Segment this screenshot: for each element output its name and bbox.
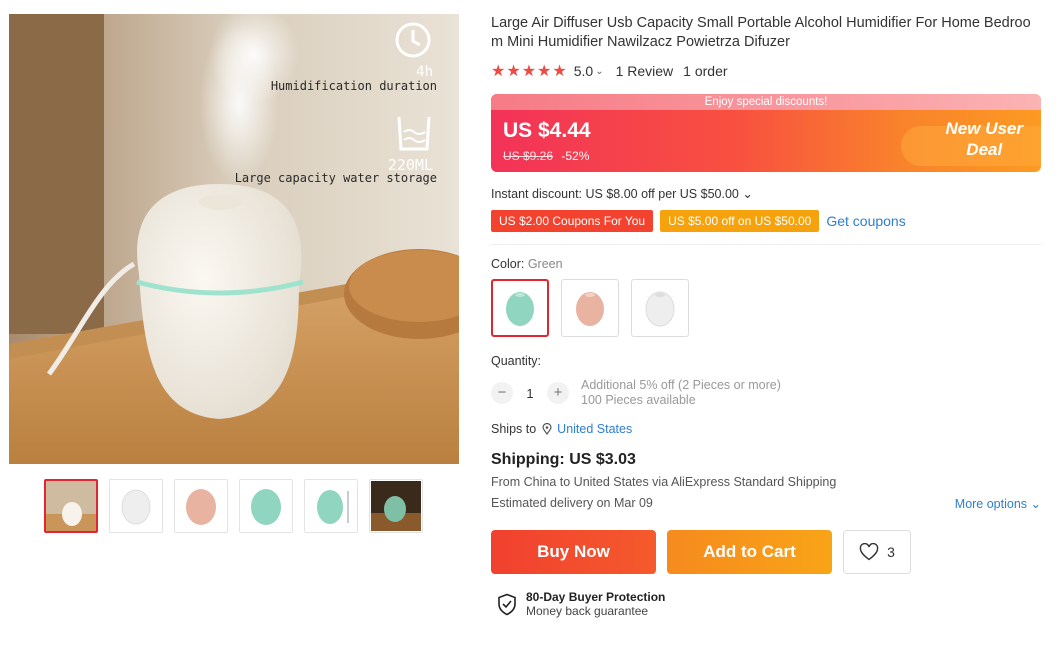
duration-label: Humidification duration [270, 79, 437, 93]
quantity-input[interactable]: 1 [513, 386, 547, 401]
bulk-discount-note: Additional 5% off (2 Pieces or more) [581, 378, 781, 392]
protection-text: 80-Day Buyer Protection Money back guara… [526, 590, 665, 618]
instant-discount[interactable]: Instant discount: US $8.00 off per US $5… [491, 186, 1041, 201]
selected-color: Green [527, 257, 563, 271]
wishlist-button[interactable]: 3 [843, 530, 911, 574]
swatch-green[interactable] [491, 279, 549, 337]
chevron-down-icon[interactable]: ⌄ [595, 66, 603, 77]
thumbnail-strip [9, 479, 459, 533]
delivery-estimate: Estimated delivery on Mar 09 [491, 496, 653, 510]
action-buttons: Buy Now Add to Cart 3 [491, 530, 1041, 574]
reviews-link[interactable]: 1 Review [616, 63, 674, 79]
discount-percent: -52% [561, 149, 590, 163]
star-rating-icon: ★★★★★ [491, 63, 568, 80]
add-to-cart-button[interactable]: Add to Cart [667, 530, 832, 574]
thumbnail-pink[interactable] [174, 479, 228, 533]
swatch-white[interactable] [631, 279, 689, 337]
rating-row: ★★★★★ 5.0 ⌄ 1 Review 1 order [491, 61, 1041, 81]
coupon-row: US $2.00 Coupons For You US $5.00 off on… [491, 210, 1041, 232]
duration-value: 4h [416, 64, 433, 80]
color-label-text: Color: [491, 257, 528, 271]
original-price: US $9.26 [503, 149, 554, 163]
quantity-stepper: − 1 + Additional 5% off (2 Pieces or mor… [491, 378, 1041, 408]
thumbnail-scene[interactable] [44, 479, 98, 533]
quantity-minus-button[interactable]: − [491, 382, 513, 404]
estimate-row: Estimated delivery on Mar 09 More option… [491, 496, 1041, 511]
thumbnail-white[interactable] [109, 479, 163, 533]
rating-score[interactable]: 5.0 [574, 63, 593, 79]
quantity-label: Quantity: [491, 354, 542, 368]
badge-line2: Deal [966, 140, 1003, 159]
get-coupons-link[interactable]: Get coupons [826, 213, 905, 229]
protection-subtitle: Money back guarantee [526, 604, 649, 618]
more-options-link[interactable]: More options ⌄ [955, 496, 1041, 511]
product-title: Large Air Diffuser Usb Capacity Small Po… [491, 15, 1031, 50]
product-info: Large Air Diffuser Usb Capacity Small Po… [491, 14, 1041, 618]
thumbnail-green[interactable] [239, 479, 293, 533]
badge-line1: New User [945, 119, 1023, 138]
wishlist-count: 3 [887, 544, 895, 560]
shield-check-icon [498, 593, 516, 615]
coupon-for-you[interactable]: US $2.00 Coupons For You [491, 210, 654, 232]
location-pin-icon [542, 423, 552, 435]
quantity-plus-button[interactable]: + [547, 382, 569, 404]
shipping-detail: From China to United States via AliExpre… [491, 475, 837, 489]
ship-country-selector[interactable]: United States [557, 422, 632, 436]
protection-title: 80-Day Buyer Protection [526, 590, 666, 604]
color-swatches [491, 279, 1041, 337]
buyer-protection: 80-Day Buyer Protection Money back guara… [497, 590, 1041, 618]
capacity-label: Large capacity water storage [234, 171, 437, 185]
price-banner: Enjoy special discounts! US $4.44 US $9.… [491, 94, 1041, 172]
coupon-off-threshold[interactable]: US $5.00 off on US $50.00 [660, 210, 820, 232]
current-price: US $4.44 [503, 119, 591, 142]
orders-count: 1 order [683, 63, 728, 79]
stock-note: 100 Pieces available [581, 393, 696, 407]
new-user-deal-badge: New User Deal [946, 118, 1023, 160]
divider [491, 244, 1041, 245]
thumbnail-dark-scene[interactable] [369, 479, 423, 533]
original-price-row: US $9.26 -52% [503, 149, 589, 163]
promo-strip: Enjoy special discounts! [491, 94, 1041, 110]
heart-icon [859, 543, 879, 561]
ships-to-row: Ships to United States [491, 422, 1041, 436]
ships-to-label: Ships to [491, 422, 537, 436]
shipping-cost: Shipping: US $3.03 [491, 451, 636, 468]
swatch-pink[interactable] [561, 279, 619, 337]
buy-now-button[interactable]: Buy Now [491, 530, 656, 574]
thumbnail-green-dimensions[interactable] [304, 479, 358, 533]
product-gallery: 4h Humidification duration 220ML Large c… [9, 14, 459, 533]
main-product-image[interactable]: 4h Humidification duration 220ML Large c… [9, 14, 459, 464]
color-label: Color: Green [491, 257, 1041, 271]
quantity-note: Additional 5% off (2 Pieces or more) 100… [581, 378, 781, 408]
